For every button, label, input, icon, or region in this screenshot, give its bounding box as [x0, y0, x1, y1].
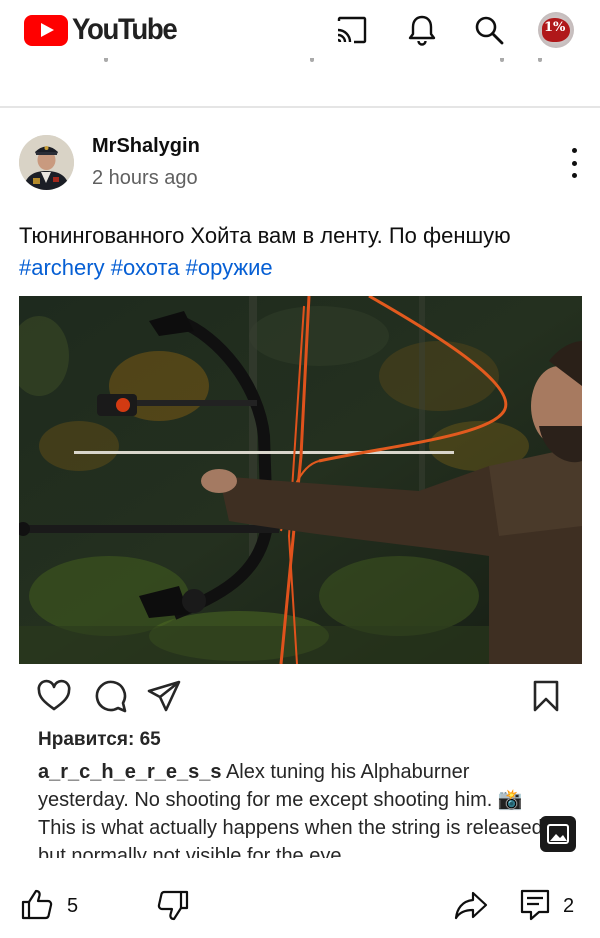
heart-icon[interactable] — [36, 678, 72, 714]
caption-username[interactable]: a_r_c_h_e_r_e_s_s — [38, 761, 222, 783]
more-options-icon[interactable] — [566, 148, 582, 178]
post-action-bar: 5 2 — [0, 882, 600, 932]
youtube-play-icon — [24, 14, 68, 46]
bell-icon[interactable] — [404, 12, 440, 48]
share-icon[interactable] — [454, 888, 488, 922]
comment-icon[interactable] — [518, 888, 552, 922]
post-body: Тюнингованного Хойта вам в ленту. По фен… — [19, 223, 511, 248]
likes-count[interactable]: Нравится: 65 — [38, 729, 161, 751]
top-app-bar: YouTube 1% — [0, 0, 600, 60]
cast-icon[interactable] — [334, 12, 370, 48]
hashtag-archery[interactable]: #archery — [19, 255, 105, 280]
embed-action-bar — [36, 678, 566, 714]
search-icon[interactable] — [471, 12, 507, 48]
comment-icon[interactable] — [92, 678, 128, 714]
hashtag-weapons[interactable]: #оружие — [186, 255, 273, 280]
image-icon — [547, 824, 569, 844]
bookmark-icon[interactable] — [528, 678, 564, 714]
image-toggle-button[interactable] — [540, 816, 576, 852]
account-avatar[interactable]: 1% — [538, 12, 574, 48]
embed-caption: a_r_c_h_e_r_e_s_s Alex tuning his Alphab… — [38, 758, 558, 858]
youtube-logo-text: YouTube — [72, 13, 178, 46]
avatar-badge-text: 1% — [544, 20, 566, 35]
divider — [0, 106, 600, 108]
hashtag-hunting[interactable]: #охота — [111, 255, 180, 280]
post-time: 2 hours ago — [92, 167, 198, 189]
youtube-logo[interactable]: YouTube — [24, 13, 185, 47]
thumb-up-icon[interactable] — [20, 888, 54, 922]
send-icon[interactable] — [146, 678, 182, 714]
like-count: 5 — [67, 895, 79, 917]
thumb-down-icon[interactable] — [156, 888, 190, 922]
post-text: Тюнингованного Хойта вам в ленту. По фен… — [19, 220, 579, 284]
post-image[interactable] — [19, 296, 582, 664]
author-avatar[interactable] — [19, 135, 74, 190]
clipped-content-edge — [0, 58, 600, 66]
comment-count: 2 — [563, 895, 575, 917]
author-name[interactable]: MrShalygin — [92, 135, 200, 158]
